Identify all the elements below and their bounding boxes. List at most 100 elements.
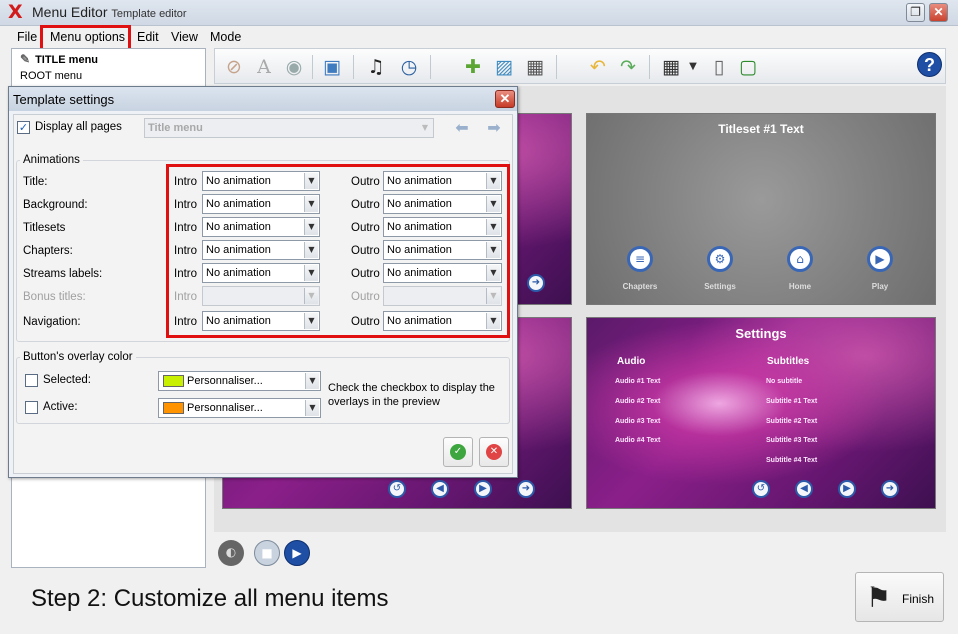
display-all-pages-label: Display all pages (35, 121, 122, 133)
undo-icon[interactable]: ↶ (585, 54, 611, 80)
prev-page-icon[interactable]: ⬅ (451, 118, 473, 138)
check-icon: ✓ (450, 444, 466, 460)
checkered-flag-icon: ⚑ (866, 581, 892, 614)
prev-nav-icon: ◀ (431, 480, 449, 498)
anim-row-label: Navigation: (23, 316, 81, 328)
subtitle-item: Subtitle #1 Text (766, 398, 818, 405)
dialog-close-button[interactable]: ✕ (495, 90, 515, 108)
next-nav-icon: ➜ (881, 480, 899, 498)
audio-icon[interactable]: ♫ (363, 54, 389, 80)
maximize-button[interactable]: ❐ (906, 3, 925, 22)
add-video-icon[interactable]: ▦ (522, 54, 548, 80)
selected-overlay-checkbox[interactable] (25, 374, 38, 387)
chevron-down-icon: ▼ (305, 373, 319, 389)
redo-icon[interactable]: ↷ (615, 54, 641, 80)
play-nav-icon: ▶ (838, 480, 856, 498)
audio-column-header: Audio (617, 356, 646, 367)
timer-icon[interactable]: ◷ (396, 54, 422, 80)
chevron-down-icon: ▼ (305, 400, 319, 416)
dialog-titlebar: Template settings ✕ (9, 87, 517, 111)
stop-icon[interactable]: ■ (254, 540, 280, 566)
chevron-down-icon[interactable]: ▼ (680, 54, 706, 80)
background-settings-icon[interactable]: ▣ (319, 54, 345, 80)
play-icon[interactable]: ▶ (284, 540, 310, 566)
subtitles-column-header: Subtitles (767, 356, 810, 367)
app-logo-icon: X (8, 1, 23, 23)
tree-item-title-menu[interactable]: ✎ TITLE menu (20, 52, 98, 66)
menu-edit[interactable]: Edit (137, 30, 159, 44)
eye-icon[interactable]: ◉ (281, 54, 307, 80)
menu-mode[interactable]: Mode (210, 30, 241, 44)
prev-nav-icon: ◀ (795, 480, 813, 498)
chevron-down-icon: ▼ (421, 123, 429, 132)
audio-item: Audio #3 Text (615, 418, 661, 425)
preview-thumb-titleset[interactable]: Titleset #1 Text ≡ ⚙ ⌂ ▶ Chapters Settin… (586, 113, 936, 305)
chapters-icon: ≡ (627, 246, 653, 272)
toolbar: ⊘ A ◉ ▣ ♫ ◷ ✚ ▨ ▦ ↶ ↷ ▦ ▼ ▯ ▢ (214, 48, 946, 84)
subtitle-item: Subtitle #4 Text (766, 457, 818, 464)
dialog-title: Template settings (13, 92, 115, 107)
anim-row-label: Chapters: (23, 245, 73, 257)
selected-color-select[interactable]: Personnaliser... ▼ (158, 371, 321, 391)
cancel-button[interactable]: ✕ (479, 437, 509, 467)
finish-button[interactable]: ⚑ Finish (855, 572, 944, 622)
window-title: Menu Editor Template editor (32, 4, 187, 20)
play-label: Play (871, 282, 889, 291)
cancel-icon: ✕ (486, 444, 502, 460)
anim-row-label: Titlesets (23, 222, 66, 234)
tree-item-root-menu[interactable]: ROOT menu (20, 70, 82, 82)
help-icon[interactable]: ? (917, 52, 942, 77)
audio-item: Audio #4 Text (615, 437, 661, 444)
subtitle-item: Subtitle #3 Text (766, 437, 818, 444)
pencil-icon: ✎ (20, 52, 31, 66)
brush-icon[interactable]: ⊘ (221, 54, 247, 80)
text-icon[interactable]: A (251, 54, 277, 80)
subtitle-item: Subtitle #2 Text (766, 418, 818, 425)
step-instruction: Step 2: Customize all menu items (31, 585, 389, 612)
anim-row-label: Background: (23, 199, 88, 211)
toolbar-separator (649, 55, 650, 79)
close-window-button[interactable]: ✕ (929, 3, 948, 22)
display-all-pages-checkbox[interactable]: ✓ (17, 121, 30, 134)
anim-row-label: Streams labels: (23, 268, 103, 280)
safe-area-icon[interactable]: ▢ (735, 54, 761, 80)
menu-file[interactable]: File (17, 30, 37, 44)
play-icon: ▶ (867, 246, 893, 272)
next-nav-icon: ➜ (527, 274, 545, 292)
selected-color-swatch (163, 375, 184, 387)
add-text-icon[interactable]: ✚ (460, 54, 486, 80)
toolbar-separator (556, 55, 557, 79)
audio-item: Audio #1 Text (615, 378, 661, 385)
anim-row-label: Title: (23, 176, 48, 188)
finish-label: Finish (902, 592, 935, 606)
back-nav-icon: ↺ (752, 480, 770, 498)
audio-item: Audio #2 Text (615, 398, 661, 405)
home-label: Home (788, 282, 812, 291)
chapters-label: Chapters (622, 282, 658, 291)
active-overlay-checkbox[interactable] (25, 401, 38, 414)
subtitle-item: No subtitle (766, 378, 803, 385)
toolbar-separator (312, 55, 313, 79)
record-icon[interactable]: ◐ (218, 540, 244, 566)
next-nav-icon: ➜ (517, 480, 535, 498)
ok-button[interactable]: ✓ (443, 437, 473, 467)
preview-thumb-settings[interactable]: Settings Audio Subtitles Audio #1 Text A… (586, 317, 936, 509)
next-page-icon[interactable]: ➡ (483, 118, 505, 138)
selected-overlay-label: Selected: (43, 374, 91, 386)
active-color-swatch (163, 402, 184, 414)
home-icon: ⌂ (787, 246, 813, 272)
toolbar-separator (353, 55, 354, 79)
titleset-title: Titleset #1 Text (718, 122, 804, 136)
add-image-icon[interactable]: ▨ (491, 54, 517, 80)
settings-icon: ⚙ (707, 246, 733, 272)
active-color-select[interactable]: Personnaliser... ▼ (158, 398, 321, 418)
overlay-group-label: Button's overlay color (20, 351, 136, 363)
back-nav-icon: ↺ (388, 480, 406, 498)
play-nav-icon: ▶ (474, 480, 492, 498)
window-titlebar: X Menu Editor Template editor ❐ ✕ (0, 0, 958, 26)
settings-title: Settings (735, 326, 787, 341)
remote-icon[interactable]: ▯ (706, 54, 732, 80)
page-select[interactable]: Title menu ▼ (144, 118, 434, 138)
settings-label: Settings (704, 282, 736, 291)
menu-view[interactable]: View (171, 30, 198, 44)
